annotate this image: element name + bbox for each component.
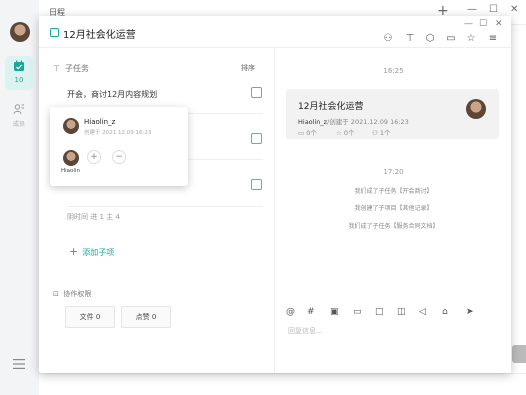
- task-card[interactable]: 12月社会化运营 Hiaolin_z/创建于 2021.12.09 16:23 …: [286, 89, 499, 139]
- nav-members-label: 成员: [12, 121, 25, 128]
- add-subtask-label: 添加子项: [82, 248, 115, 257]
- background-footer: [39, 373, 526, 395]
- nav-calendar-active[interactable]: 10: [5, 56, 33, 90]
- user-avatar[interactable]: [10, 22, 30, 42]
- remove-member-button[interactable]: −: [112, 150, 126, 164]
- subtask-2-checkbox[interactable]: [251, 133, 262, 144]
- calendar-icon: [14, 60, 24, 71]
- send-icon[interactable]: ➤: [466, 307, 474, 317]
- dialog-close-icon[interactable]: ✕: [495, 19, 503, 29]
- background-right-panel: [510, 25, 526, 395]
- star-tool-icon[interactable]: ☆: [465, 33, 477, 44]
- likes-count-pill[interactable]: 点赞 0: [121, 306, 171, 328]
- card-stars-stat: ☆ 0个: [336, 127, 355, 137]
- compose-toolbar: @ # ▣ ▭ □ ◫ ◁ ⌂ ➤: [286, 307, 501, 319]
- activity-time: 16:25: [383, 67, 404, 75]
- members-icon: [13, 104, 24, 115]
- left-rail: 10 成员: [0, 0, 39, 395]
- popover-name: Hiaolin_z: [84, 118, 116, 126]
- hamburger-menu-icon[interactable]: [12, 358, 26, 370]
- activity-log-item: 我创建了子项目【其他记录】: [354, 205, 433, 212]
- collab-header: ⊡ 协作权限: [53, 289, 91, 299]
- member-popover: Hiaolin_z 创建于 2021.12.09 16:23 + − Hiaol…: [50, 107, 188, 186]
- card-author: Hiaolin_z: [298, 118, 328, 126]
- folder-icon: ▭: [298, 129, 305, 137]
- subtask-meta: 阴时间 进 1 主 4: [67, 213, 120, 221]
- card-avatar: [466, 99, 486, 119]
- screen-icon[interactable]: □: [375, 307, 384, 317]
- comment-icon: ⊡: [53, 290, 59, 298]
- card-meta: Hiaolin_z/创建于 2021.12.09 16:23: [298, 116, 409, 126]
- card-meta-text: /创建于 2021.12.09 16:23: [327, 118, 409, 126]
- minimize-icon[interactable]: —: [467, 4, 477, 15]
- maximize-icon[interactable]: ☐: [489, 4, 498, 15]
- tag-tool-icon[interactable]: ⬡: [424, 33, 436, 44]
- files-count-pill[interactable]: 文件 0: [65, 306, 115, 328]
- task-title[interactable]: 12月社会化运营: [63, 26, 136, 41]
- popover-member-avatar[interactable]: [63, 150, 79, 166]
- subtasks-header: ⊤ 子任务: [53, 63, 89, 74]
- card-title: 12月社会化运营: [298, 102, 364, 112]
- add-subtask-button[interactable]: + 添加子项: [69, 245, 114, 258]
- more-menu-icon[interactable]: ≡: [487, 33, 499, 44]
- subtask-list-icon: ⊤: [53, 64, 60, 73]
- subtask-3-checkbox[interactable]: [251, 179, 262, 190]
- add-member-button[interactable]: +: [87, 150, 101, 164]
- app-window: 10 成员 日程 + — ☐ ✕ 12月社会化运营 — ☐ ✕ ⚇ ⊤ ⬡ ▭ …: [0, 0, 526, 395]
- folder-tool-icon[interactable]: ▭: [445, 33, 457, 44]
- image-icon[interactable]: ▣: [330, 307, 339, 317]
- popover-member-name: Hiaolin: [61, 168, 80, 174]
- star-icon: ☆: [336, 129, 342, 137]
- divider: [67, 206, 263, 207]
- activity-log-item: 我们成了子任务【开会商讨】: [354, 188, 433, 195]
- subtask-1-checkbox[interactable]: [251, 87, 262, 98]
- dialog-header: 12月社会化运营 — ☐ ✕ ⚇ ⊤ ⬡ ▭ ☆ ≡: [39, 16, 511, 48]
- chat-icon[interactable]: ◫: [397, 307, 406, 317]
- sort-link[interactable]: 排序: [241, 63, 255, 73]
- reply-input[interactable]: 回复信息...: [288, 326, 323, 336]
- calendar-badge-count: 10: [14, 76, 24, 84]
- hash-icon[interactable]: #: [307, 307, 315, 317]
- files-stat: 0个: [306, 129, 317, 137]
- activity-time: 17:20: [383, 168, 404, 176]
- subtask-item-1[interactable]: 开会，商讨12月内容规划: [67, 89, 263, 100]
- dialog-minimize-icon[interactable]: —: [464, 19, 473, 29]
- voice-icon[interactable]: ◁: [419, 307, 426, 317]
- popover-subtitle: 创建于 2021.12.09 16:23: [84, 130, 152, 136]
- folder-attach-icon[interactable]: ▭: [353, 307, 362, 317]
- task-left-pane: ⊤ 子任务 排序 开会，商讨12月内容规划 阴时间 进 1 主 4 + 添加子项 ⊡…: [39, 49, 275, 373]
- background-side-tab: [512, 345, 526, 363]
- plus-icon: +: [69, 245, 79, 258]
- nav-members[interactable]: 成员: [5, 100, 33, 130]
- task-detail-dialog: 12月社会化运营 — ☐ ✕ ⚇ ⊤ ⬡ ▭ ☆ ≡ ⊤ 子任务 排序 开会，商讨…: [39, 16, 511, 373]
- popover-avatar: [63, 118, 79, 134]
- close-icon[interactable]: ✕: [510, 4, 518, 15]
- activity-log-item: 我们成了子任务【服务合同文档】: [348, 223, 439, 230]
- card-users-stat: ⚇ 1个: [372, 127, 391, 137]
- subtask-tool-icon[interactable]: ⊤: [404, 33, 416, 44]
- subtasks-header-label: 子任务: [65, 64, 89, 73]
- activity-pane: 16:25 12月社会化运营 Hiaolin_z/创建于 2021.12.09 …: [276, 49, 511, 373]
- mention-icon[interactable]: @: [286, 307, 295, 317]
- dialog-maximize-icon[interactable]: ☐: [479, 19, 487, 29]
- task-complete-checkbox[interactable]: [50, 28, 59, 37]
- stars-stat: 0个: [343, 129, 355, 137]
- collab-header-label: 协作权限: [63, 290, 92, 298]
- card-files-stat: ▭ 0个: [298, 127, 317, 137]
- user-icon: ⚇: [372, 129, 378, 137]
- members-tool-icon[interactable]: ⚇: [382, 33, 394, 44]
- clip-icon[interactable]: ⌂: [442, 307, 448, 317]
- users-stat: 1个: [379, 129, 391, 137]
